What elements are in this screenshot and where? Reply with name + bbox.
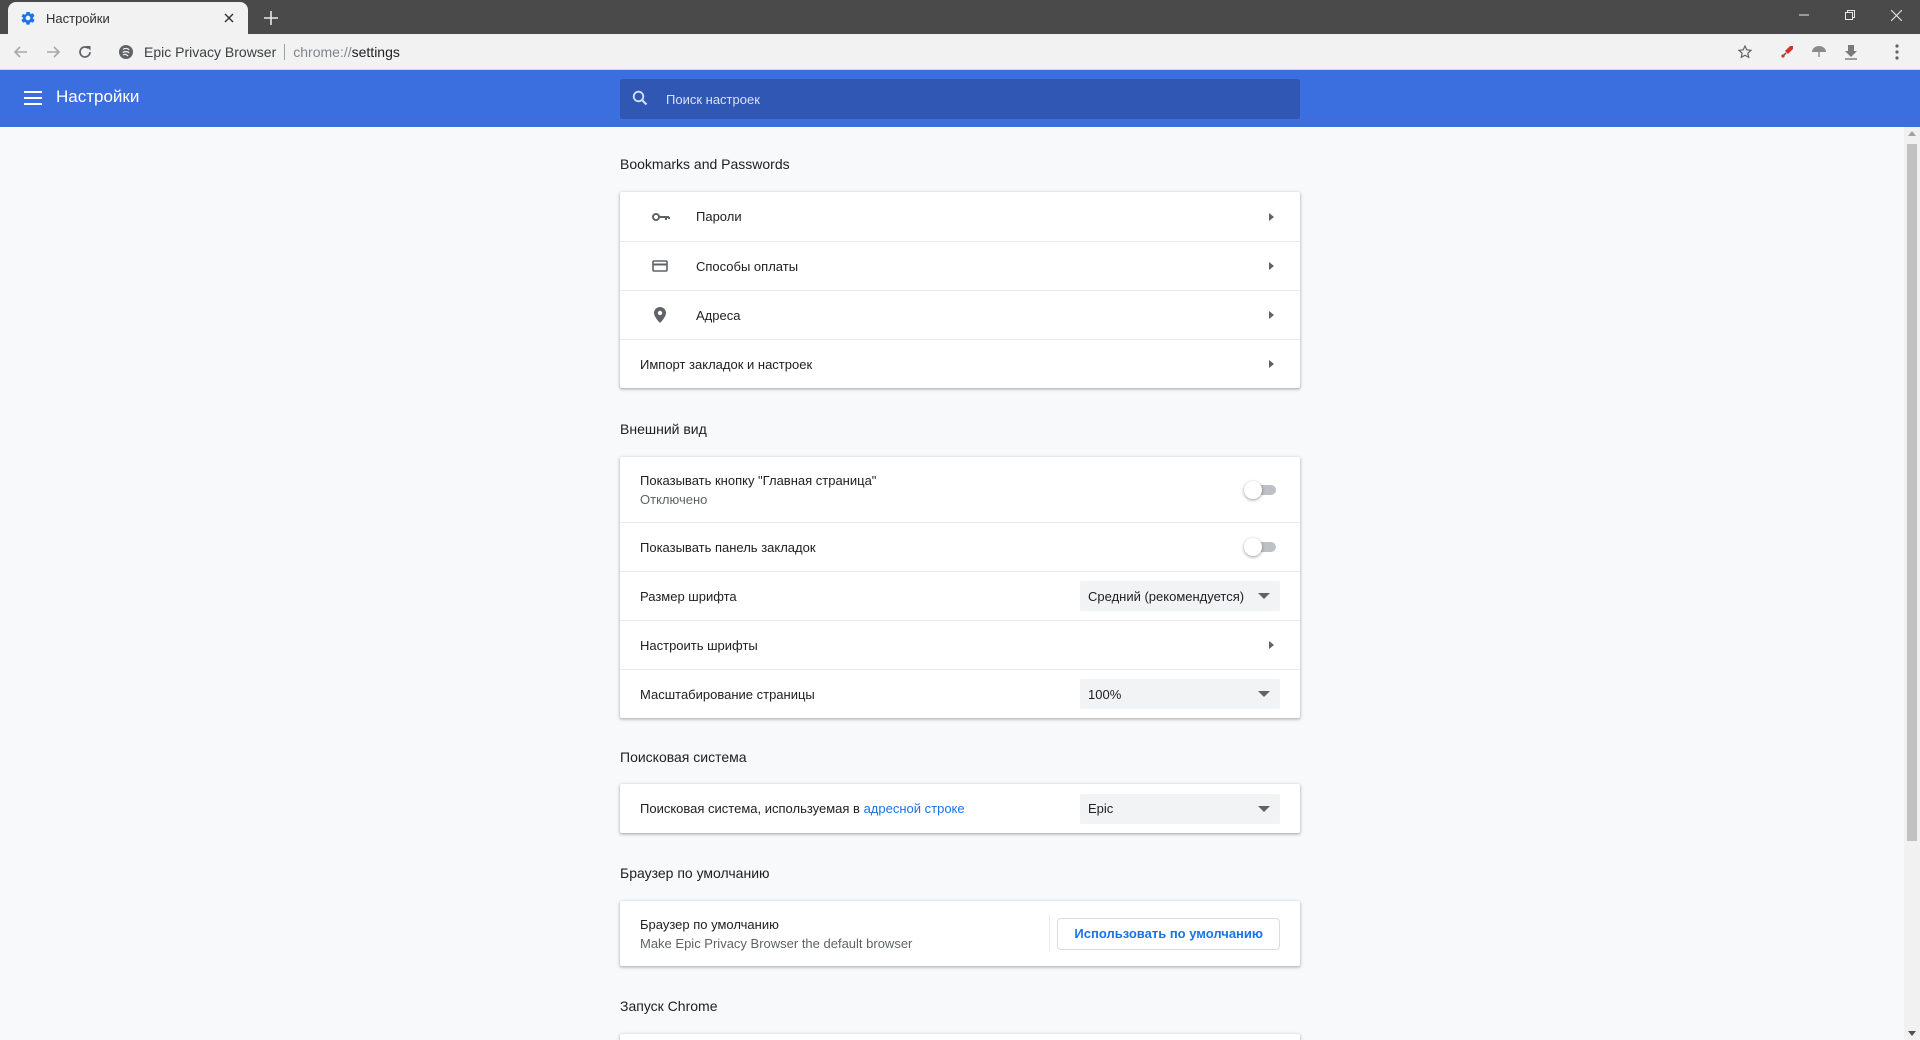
row-default-browser: Браузер по умолчанию Make Epic Privacy B…: [620, 901, 1300, 966]
tab-settings[interactable]: Настройки: [8, 2, 248, 34]
section-title-search-engine: Поисковая система: [620, 749, 747, 765]
page-zoom-value: 100%: [1088, 686, 1122, 702]
bookmarks-bar-toggle[interactable]: [1244, 538, 1278, 556]
search-engine-select[interactable]: Epic: [1080, 793, 1280, 824]
font-size-value: Средний (рекомендуется): [1088, 588, 1245, 604]
section-title-bookmarks: Bookmarks and Passwords: [620, 156, 790, 172]
search-engine-value: Epic: [1088, 801, 1114, 816]
make-default-button[interactable]: Использовать по умолчанию: [1057, 917, 1280, 950]
section-title-default-browser: Браузер по умолчанию: [620, 865, 770, 881]
card-bookmarks: Пароли Способы оплаты Адреса Импорт закл…: [620, 192, 1300, 388]
font-size-label: Размер шрифта: [640, 588, 737, 604]
page-zoom-select[interactable]: 100%: [1080, 679, 1280, 709]
arrow-right-icon: [1269, 262, 1274, 270]
download-icon[interactable]: [1840, 41, 1862, 63]
home-button-status: Отключено: [640, 491, 708, 507]
settings-search-box[interactable]: [620, 79, 1300, 119]
passwords-label: Пароли: [696, 209, 742, 224]
umbrella-icon[interactable]: [1808, 41, 1830, 63]
chevron-down-icon: [1258, 593, 1270, 599]
payment-methods-label: Способы оплаты: [696, 258, 799, 274]
page-title: Настройки: [56, 87, 140, 106]
omnibox-divider: [284, 44, 286, 60]
close-tab-icon[interactable]: [220, 9, 238, 27]
row-customize-fonts[interactable]: Настроить шрифты: [620, 620, 1300, 669]
url-scheme: chrome://: [293, 44, 352, 60]
location-pin-icon: [652, 305, 692, 325]
page-zoom-label: Масштабирование страницы: [640, 686, 815, 702]
search-icon: [632, 90, 650, 108]
close-window-button[interactable]: [1874, 0, 1918, 30]
customize-fonts-label: Настроить шрифты: [640, 637, 758, 653]
addresses-label: Адреса: [696, 307, 741, 323]
row-search-engine: Поисковая система, используемая в адресн…: [620, 784, 1300, 833]
scrollbar-thumb[interactable]: [1907, 144, 1917, 841]
default-browser-sub: Make Epic Privacy Browser the default br…: [640, 935, 913, 951]
card-default-browser: Браузер по умолчанию Make Epic Privacy B…: [620, 901, 1300, 966]
arrow-right-icon: [1269, 641, 1274, 649]
new-tab-button[interactable]: [258, 5, 284, 31]
divider: [1049, 915, 1050, 951]
row-payment-methods[interactable]: Способы оплаты: [620, 241, 1300, 290]
bookmarks-bar-label: Показывать панель закладок: [640, 539, 816, 555]
credit-card-icon: [652, 256, 692, 276]
section-title-startup: Запуск Chrome: [620, 998, 718, 1014]
chevron-down-icon: [1258, 691, 1270, 697]
back-button[interactable]: [8, 39, 34, 65]
row-font-size: Размер шрифта Средний (рекомендуется): [620, 571, 1300, 620]
home-button-label: Показывать кнопку "Главная страница": [640, 472, 877, 488]
row-bookmarks-bar[interactable]: Показывать панель закладок: [620, 522, 1300, 571]
card-search-engine: Поисковая система, используемая в адресн…: [620, 784, 1300, 833]
settings-content: Bookmarks and Passwords Пароли Способы о…: [0, 127, 1904, 1040]
hamburger-menu-icon[interactable]: [24, 88, 44, 108]
font-size-select[interactable]: Средний (рекомендуется): [1080, 581, 1280, 611]
url-path: settings: [351, 44, 400, 60]
import-bookmarks-label: Импорт закладок и настроек: [640, 356, 813, 372]
search-engine-label-text: Поисковая система, используемая в: [640, 801, 864, 816]
minimize-button[interactable]: [1782, 0, 1826, 30]
bookmark-star-icon[interactable]: [1734, 41, 1756, 63]
reload-button[interactable]: [72, 39, 98, 65]
row-home-button[interactable]: Показывать кнопку "Главная страница" Отк…: [620, 457, 1300, 522]
gear-icon: [20, 10, 36, 26]
home-button-toggle[interactable]: [1244, 480, 1278, 499]
row-addresses[interactable]: Адреса: [620, 290, 1300, 339]
card-startup: [620, 1034, 1300, 1040]
scrollbar[interactable]: [1904, 127, 1920, 1040]
search-input[interactable]: [666, 91, 1266, 107]
restore-button[interactable]: [1828, 0, 1872, 30]
search-engine-label: Поисковая система, используемая в адресн…: [640, 801, 965, 816]
browser-toolbar: Epic Privacy Browser chrome:// settings: [0, 34, 1920, 70]
card-appearance: Показывать кнопку "Главная страница" Отк…: [620, 457, 1300, 718]
epic-logo-icon: [118, 44, 134, 60]
forward-button[interactable]: [40, 39, 66, 65]
menu-kebab-icon[interactable]: [1886, 41, 1908, 63]
section-title-appearance: Внешний вид: [620, 421, 707, 437]
scroll-up-arrow-icon[interactable]: [1908, 131, 1916, 136]
site-name: Epic Privacy Browser: [144, 44, 277, 60]
title-bar: Настройки: [0, 0, 1920, 34]
arrow-right-icon: [1269, 311, 1274, 319]
chevron-down-icon: [1258, 805, 1270, 812]
arrow-right-icon: [1269, 360, 1274, 368]
default-browser-label: Браузер по умолчанию: [640, 916, 779, 932]
key-icon: [652, 207, 692, 227]
extension-rocket-icon[interactable]: [1776, 41, 1798, 63]
row-page-zoom: Масштабирование страницы 100%: [620, 669, 1300, 718]
address-bar-link[interactable]: адресной строке: [864, 801, 965, 816]
row-passwords[interactable]: Пароли: [620, 192, 1300, 241]
settings-header: Настройки: [0, 70, 1920, 127]
address-bar[interactable]: Epic Privacy Browser chrome:// settings: [110, 38, 1770, 66]
tab-title: Настройки: [46, 10, 110, 26]
row-import-bookmarks[interactable]: Импорт закладок и настроек: [620, 339, 1300, 388]
arrow-right-icon: [1269, 212, 1274, 221]
scroll-down-arrow-icon[interactable]: [1908, 1031, 1916, 1036]
